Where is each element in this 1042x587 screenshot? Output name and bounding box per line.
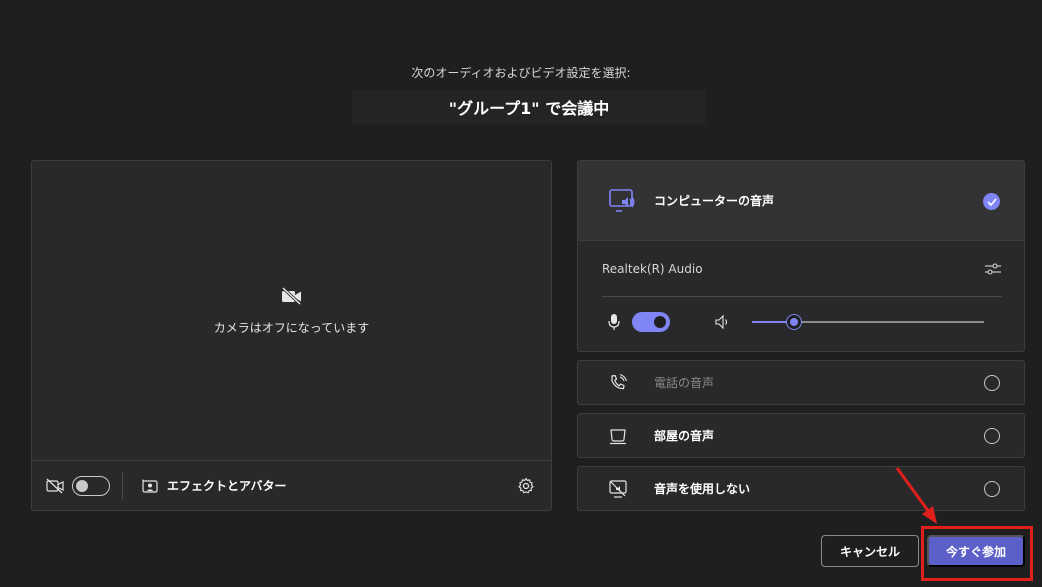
phone-audio-option[interactable]: 電話の音声 (577, 360, 1025, 405)
camera-icon (46, 478, 64, 494)
microphone-icon (608, 313, 620, 331)
camera-toggle[interactable] (72, 475, 110, 496)
annotation-arrow (895, 467, 937, 524)
no-audio-option[interactable]: 音声を使用しない (577, 466, 1025, 511)
audio-device-name: Realtek(R) Audio (602, 262, 703, 276)
computer-audio-icon (608, 188, 636, 214)
no-audio-icon (608, 479, 628, 499)
no-audio-radio[interactable] (984, 480, 1000, 497)
computer-audio-label: コンピューターの音声 (654, 194, 775, 208)
phone-audio-label: 電話の音声 (654, 376, 715, 390)
device-settings-icon[interactable] (984, 261, 1002, 277)
selected-check-icon (983, 193, 1000, 210)
effects-label: エフェクトとアバター (167, 479, 287, 493)
speaker-icon (714, 314, 730, 330)
toolbar-divider (122, 471, 123, 500)
annotation-highlight-box (921, 526, 1033, 581)
audio-device-row: Realtek(R) Audio (602, 261, 1002, 277)
device-divider (602, 296, 1002, 297)
room-audio-label: 部屋の音声 (654, 429, 715, 443)
audio-controls (608, 311, 1002, 333)
gear-icon[interactable] (517, 477, 535, 495)
meeting-title: "グループ1" で会議中 (352, 90, 706, 124)
room-audio-radio[interactable] (984, 427, 1000, 444)
computer-audio-panel: コンピューターの音声 Realtek(R) Audio (577, 160, 1025, 352)
room-audio-icon (608, 426, 628, 446)
no-audio-label: 音声を使用しない (654, 482, 751, 496)
video-toolbar: エフェクトとアバター (32, 460, 551, 510)
room-audio-option[interactable]: 部屋の音声 (577, 413, 1025, 458)
speaker-volume-slider[interactable] (752, 315, 984, 329)
audio-video-prompt: 次のオーディオおよびビデオ設定を選択: (411, 66, 631, 80)
microphone-toggle[interactable] (632, 312, 670, 332)
video-preview: カメラはオフになっています エフェクトとアバター (31, 160, 552, 511)
effects-button[interactable]: エフェクトとアバター (141, 477, 287, 494)
camera-off-indicator: カメラはオフになっています (32, 286, 551, 336)
camera-off-icon (281, 286, 303, 309)
computer-audio-option[interactable]: コンピューターの音声 (578, 161, 1024, 241)
phone-audio-radio[interactable] (984, 374, 1000, 391)
phone-icon (608, 373, 628, 393)
camera-off-text: カメラはオフになっています (213, 321, 370, 335)
effects-icon (141, 478, 159, 494)
volume-slider-thumb[interactable] (786, 315, 801, 329)
cancel-button[interactable]: キャンセル (821, 535, 919, 567)
